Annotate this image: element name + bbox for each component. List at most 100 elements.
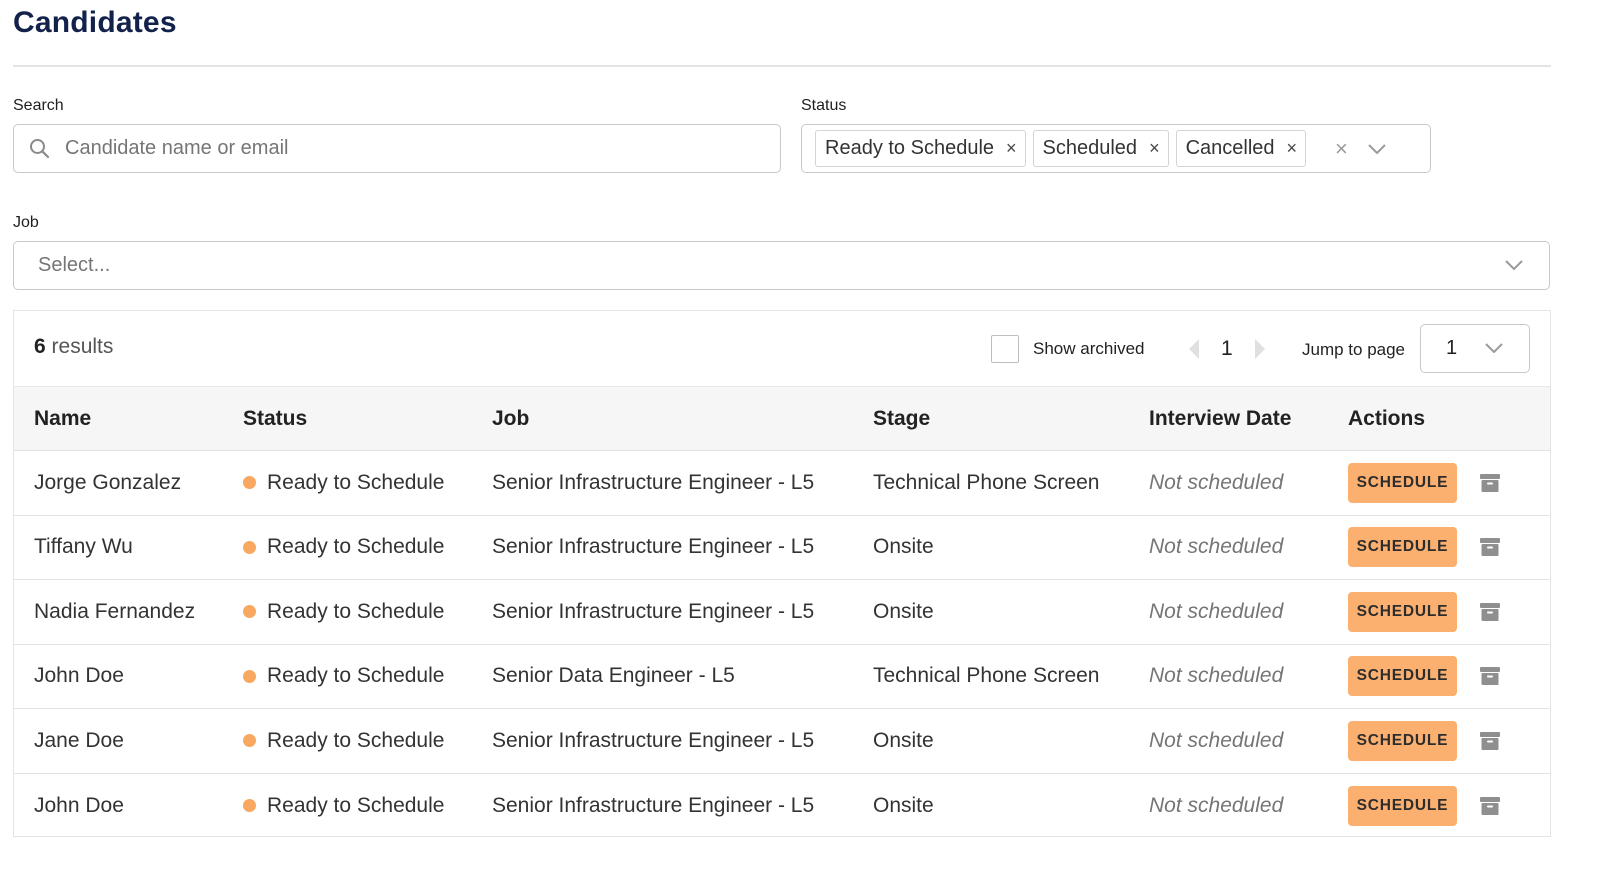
jump-to-page-select[interactable]: 1 (1420, 324, 1530, 373)
candidate-job: Senior Infrastructure Engineer - L5 (492, 579, 873, 645)
candidate-name[interactable]: Tiffany Wu (14, 515, 243, 580)
column-header-job[interactable]: Job (492, 386, 873, 451)
chip-label: Cancelled (1185, 137, 1275, 159)
candidate-stage: Onsite (873, 515, 1149, 580)
status-chip-scheduled: Scheduled × (1032, 130, 1169, 167)
candidate-name[interactable]: John Doe (14, 773, 243, 838)
schedule-button[interactable]: SCHEDULE (1348, 591, 1457, 632)
show-archived-toggle[interactable]: Show archived (991, 335, 1145, 363)
status-chip-ready-to-schedule: Ready to Schedule × (815, 130, 1026, 167)
job-select[interactable]: Select... (13, 241, 1550, 290)
results-count: 6 (34, 335, 46, 358)
row-actions: SCHEDULE (1348, 708, 1550, 774)
title-divider (13, 65, 1551, 67)
row-actions: SCHEDULE (1348, 515, 1550, 580)
interview-date: Not scheduled (1149, 708, 1348, 774)
candidate-name[interactable]: Jane Doe (14, 708, 243, 774)
candidate-name[interactable]: John Doe (14, 644, 243, 709)
search-input[interactable] (65, 137, 745, 160)
schedule-button[interactable]: SCHEDULE (1348, 785, 1457, 826)
column-header-status[interactable]: Status (243, 386, 492, 451)
status-text: Ready to Schedule (267, 599, 445, 623)
candidate-status: Ready to Schedule (243, 773, 492, 838)
candidate-job: Senior Infrastructure Engineer - L5 (492, 450, 873, 516)
chevron-down-icon[interactable] (1368, 143, 1386, 154)
close-icon[interactable]: × (1006, 138, 1017, 159)
table-row[interactable]: Nadia Fernandez Ready to Schedule Senior… (14, 579, 1550, 645)
show-archived-label: Show archived (1033, 339, 1145, 358)
column-header-interview-date[interactable]: Interview Date (1149, 386, 1348, 451)
close-icon[interactable]: × (1287, 138, 1298, 159)
status-dot (243, 476, 256, 490)
schedule-button[interactable]: SCHEDULE (1348, 720, 1457, 761)
interview-date-text: Not scheduled (1149, 599, 1284, 623)
candidates-table: Name Status Job Stage Interview Date Act… (14, 386, 1550, 838)
candidate-job: Senior Data Engineer - L5 (492, 644, 873, 709)
interview-date: Not scheduled (1149, 644, 1348, 709)
table-row[interactable]: John Doe Ready to Schedule Senior Data E… (14, 644, 1550, 709)
status-text: Ready to Schedule (267, 728, 445, 752)
candidate-status: Ready to Schedule (243, 708, 492, 774)
status-chip-cancelled: Cancelled × (1175, 130, 1307, 167)
column-header-name[interactable]: Name (14, 386, 243, 451)
candidate-job: Senior Infrastructure Engineer - L5 (492, 708, 873, 774)
interview-date-text: Not scheduled (1149, 535, 1284, 559)
status-text: Ready to Schedule (267, 535, 445, 559)
table-header-row: Name Status Job Stage Interview Date Act… (14, 386, 1550, 451)
column-header-actions: Actions (1348, 386, 1550, 451)
results-summary: 6 results (34, 335, 113, 359)
interview-date: Not scheduled (1149, 579, 1348, 645)
candidate-job: Senior Infrastructure Engineer - L5 (492, 515, 873, 580)
status-dot (243, 669, 256, 683)
schedule-button[interactable]: SCHEDULE (1348, 527, 1457, 568)
status-multiselect[interactable]: Ready to Schedule × Scheduled × Cancelle… (801, 124, 1431, 173)
page-title: Candidates (13, 6, 177, 39)
show-archived-checkbox[interactable] (991, 335, 1019, 363)
candidate-stage: Onsite (873, 708, 1149, 774)
results-toolbar: 6 results Show archived 1 Jump to page 1 (14, 311, 1550, 386)
table-row[interactable]: Tiffany Wu Ready to Schedule Senior Infr… (14, 515, 1550, 580)
search-label: Search (13, 97, 64, 114)
archive-icon[interactable] (1479, 472, 1501, 494)
status-text: Ready to Schedule (267, 470, 445, 494)
table-row[interactable]: John Doe Ready to Schedule Senior Infras… (14, 773, 1550, 838)
job-select-placeholder: Select... (38, 254, 111, 276)
candidate-status: Ready to Schedule (243, 644, 492, 709)
column-header-stage[interactable]: Stage (873, 386, 1149, 451)
pagination: 1 (1187, 335, 1267, 363)
status-text: Ready to Schedule (267, 664, 445, 688)
status-dot (243, 799, 256, 812)
chevron-down-icon[interactable] (1485, 340, 1503, 358)
status-dot (243, 605, 256, 619)
chevron-down-icon[interactable] (1505, 257, 1523, 275)
table-row[interactable]: Jorge Gonzalez Ready to Schedule Senior … (14, 450, 1550, 516)
results-label: results (51, 335, 114, 358)
job-label: Job (13, 214, 39, 231)
close-icon[interactable]: × (1149, 138, 1160, 159)
interview-date: Not scheduled (1149, 450, 1348, 516)
jump-to-page-value: 1 (1446, 337, 1458, 359)
archive-icon[interactable] (1479, 730, 1501, 752)
archive-icon[interactable] (1479, 601, 1501, 623)
schedule-button[interactable]: SCHEDULE (1348, 656, 1457, 697)
chevron-left-icon[interactable] (1187, 337, 1201, 361)
status-label: Status (801, 97, 847, 114)
row-actions: SCHEDULE (1348, 644, 1550, 709)
search-field[interactable] (13, 124, 781, 173)
candidate-name[interactable]: Jorge Gonzalez (14, 450, 243, 516)
archive-icon[interactable] (1479, 795, 1501, 817)
results-panel: 6 results Show archived 1 Jump to page 1 (13, 310, 1551, 837)
interview-date-text: Not scheduled (1149, 470, 1284, 494)
row-actions: SCHEDULE (1348, 579, 1550, 645)
chevron-right-icon[interactable] (1253, 337, 1267, 361)
status-dot (243, 734, 256, 748)
candidate-stage: Onsite (873, 579, 1149, 645)
candidate-stage: Onsite (873, 793, 934, 817)
archive-icon[interactable] (1479, 536, 1501, 558)
table-row[interactable]: Jane Doe Ready to Schedule Senior Infras… (14, 708, 1550, 774)
schedule-button[interactable]: SCHEDULE (1348, 462, 1457, 503)
jump-to-page-label: Jump to page (1302, 340, 1406, 359)
archive-icon[interactable] (1479, 665, 1501, 687)
clear-icon[interactable]: × (1335, 136, 1348, 162)
candidate-name[interactable]: Nadia Fernandez (14, 579, 243, 645)
